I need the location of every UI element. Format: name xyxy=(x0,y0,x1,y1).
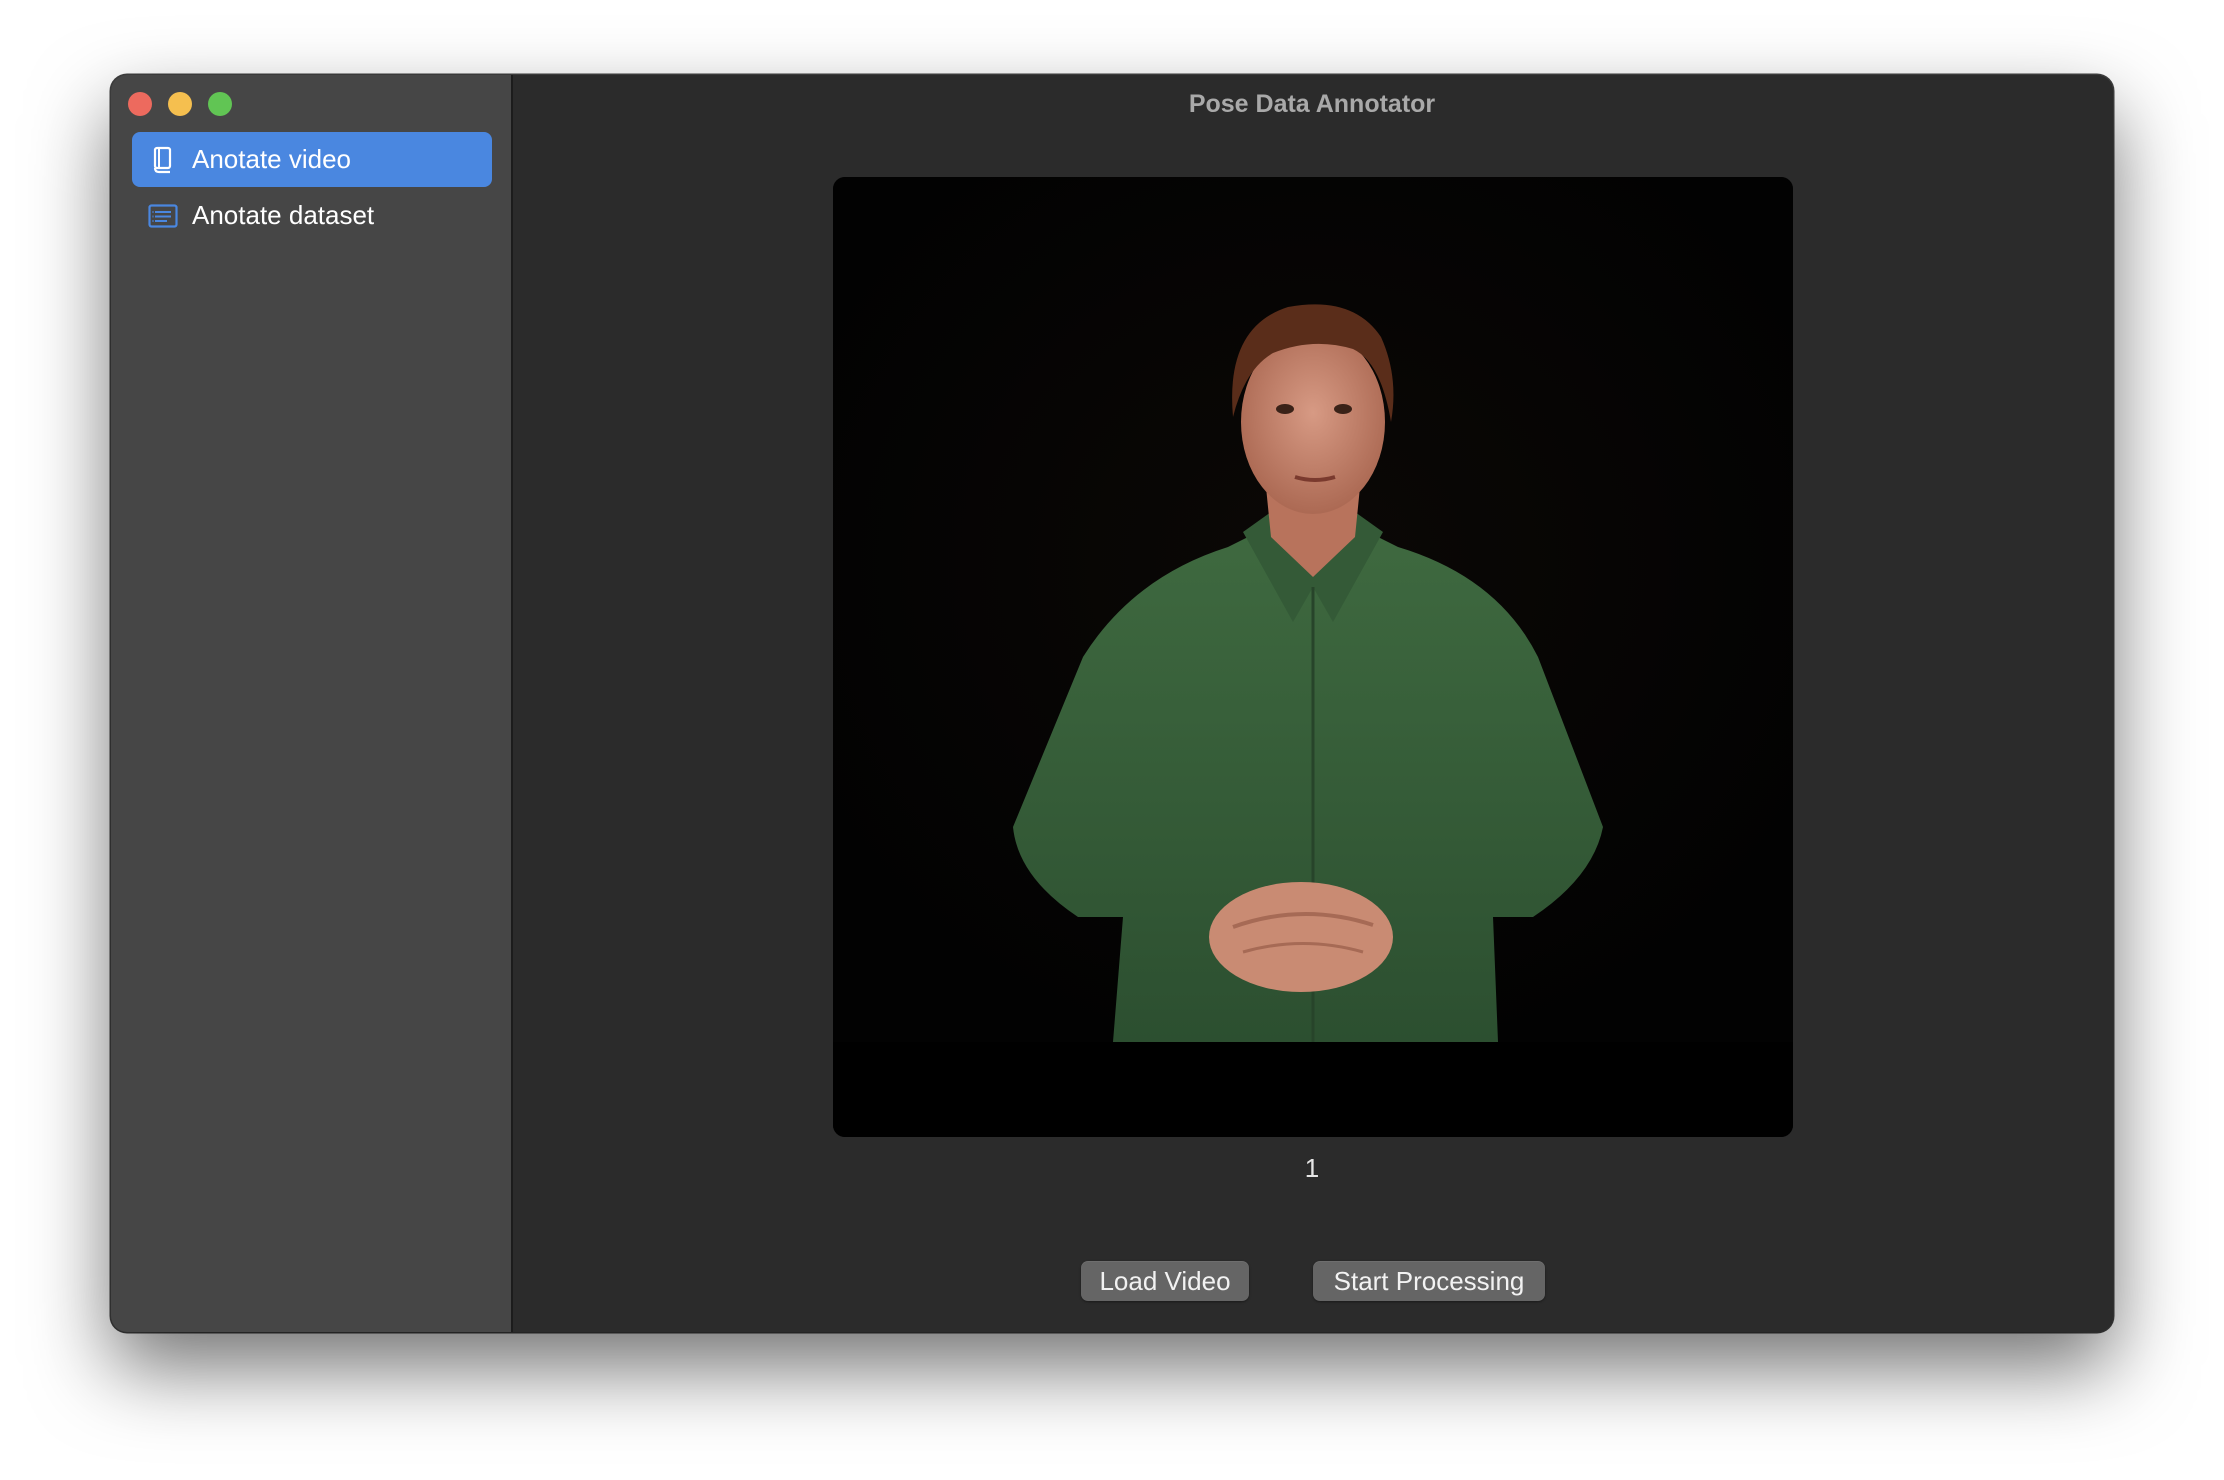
app-window: Anotate video Anotate dataset Pose Data … xyxy=(111,75,2113,1332)
sidebar-item-anotate-video[interactable]: Anotate video xyxy=(132,132,492,187)
close-window-button[interactable] xyxy=(128,92,152,116)
sidebar-item-anotate-dataset[interactable]: Anotate dataset xyxy=(132,188,492,243)
sidebar: Anotate video Anotate dataset xyxy=(111,75,513,1332)
sidebar-item-label: Anotate dataset xyxy=(192,200,375,230)
load-video-button[interactable]: Load Video xyxy=(1081,1261,1249,1301)
frame-number: 1 xyxy=(1304,1153,1320,1183)
start-processing-button[interactable]: Start Processing xyxy=(1313,1261,1545,1301)
zoom-window-button[interactable] xyxy=(208,92,232,116)
sidebar-item-label: Anotate video xyxy=(192,144,352,174)
video-preview xyxy=(833,177,1793,1137)
minimize-window-button[interactable] xyxy=(168,92,192,116)
video-frame-image xyxy=(833,177,1793,1137)
book-icon xyxy=(148,145,178,175)
list-icon xyxy=(148,201,178,231)
window-title: Pose Data Annotator xyxy=(1188,90,1436,118)
